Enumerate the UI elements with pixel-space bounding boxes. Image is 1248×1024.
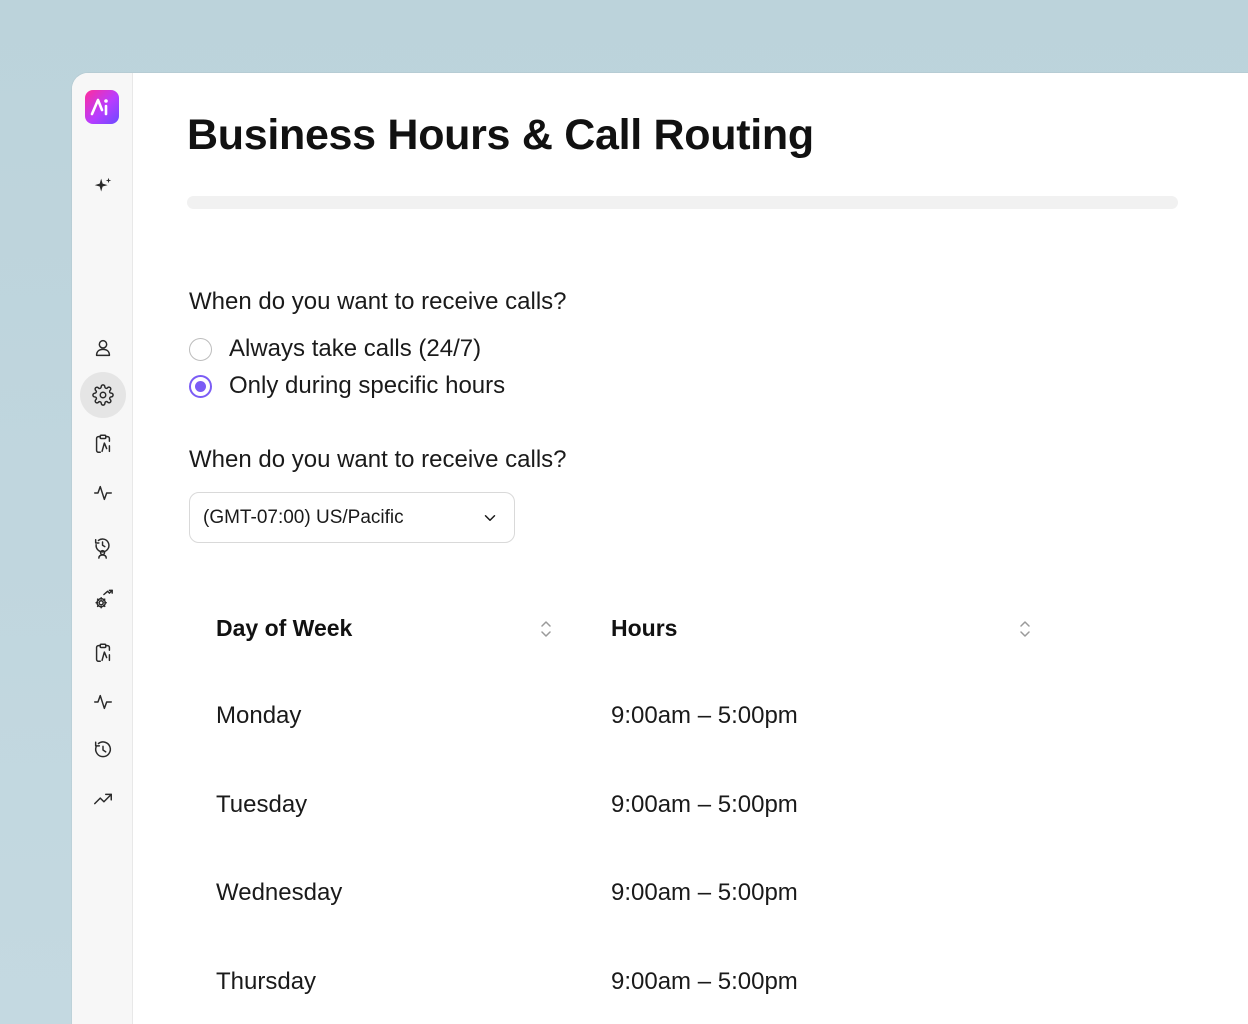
activity-icon: [94, 694, 112, 710]
sidebar-item-automation[interactable]: [80, 577, 126, 623]
radio-label: Only during specific hours: [229, 372, 506, 399]
page-title: Business Hours & Call Routing: [187, 111, 814, 159]
history-user-icon: [94, 538, 110, 559]
gear-icon: [92, 384, 114, 406]
table-row[interactable]: Tuesday 9:00am – 5:00pm: [133, 787, 1248, 823]
column-header-day[interactable]: Day of Week: [216, 610, 352, 646]
activity-icon: [94, 485, 112, 501]
sidebar: [72, 73, 133, 1024]
timezone-selected-value: (GMT-07:00) US/Pacific: [203, 506, 404, 528]
app-logo[interactable]: [85, 90, 119, 124]
day-cell: Tuesday: [216, 791, 308, 818]
table-row[interactable]: Thursday 9:00am – 5:00pm: [133, 964, 1248, 1000]
sort-hours-icon[interactable]: [1018, 618, 1032, 640]
hours-cell: 9:00am – 5:00pm: [611, 702, 798, 729]
radio-always-take-calls[interactable]: Always take calls (24/7): [189, 335, 481, 363]
gear-trend-icon: [95, 589, 113, 609]
app-window: Business Hours & Call Routing When do yo…: [72, 73, 1248, 1024]
sidebar-item-history[interactable]: [80, 727, 126, 773]
day-cell: Monday: [216, 702, 302, 729]
progress-bar: [187, 196, 1178, 209]
sparkles-icon: [94, 177, 112, 192]
clipboard-icon: [95, 643, 111, 662]
column-header-hours[interactable]: Hours: [611, 610, 677, 646]
sidebar-item-ai[interactable]: [80, 163, 126, 209]
column-header-label: Day of Week: [216, 614, 353, 641]
timezone-select[interactable]: (GMT-07:00) US/Pacific: [189, 492, 515, 543]
clipboard-icon: [95, 434, 111, 453]
sidebar-item-history-user[interactable]: [80, 525, 126, 571]
radio-specific-hours[interactable]: Only during specific hours: [189, 372, 505, 400]
table-row[interactable]: Monday 9:00am – 5:00pm: [133, 698, 1248, 734]
sidebar-item-settings[interactable]: [80, 372, 126, 418]
sidebar-item-trends[interactable]: [80, 776, 126, 822]
timezone-question: When do you want to receive calls?: [189, 446, 567, 473]
hours-cell: 9:00am – 5:00pm: [611, 879, 798, 906]
radio-button[interactable]: [189, 337, 212, 361]
sidebar-item-activity[interactable]: [80, 470, 126, 516]
hours-cell: 9:00am – 5:00pm: [611, 968, 798, 995]
sidebar-item-profile[interactable]: [80, 325, 126, 371]
logo-mark-icon: [90, 98, 108, 116]
history-icon: [94, 741, 112, 758]
sidebar-item-clipboard[interactable]: [80, 421, 126, 467]
main-content: Business Hours & Call Routing When do yo…: [133, 73, 1248, 1024]
radio-button-selected[interactable]: [189, 374, 212, 398]
radio-label: Always take calls (24/7): [229, 335, 482, 362]
day-cell: Wednesday: [216, 879, 343, 906]
column-header-label: Hours: [611, 614, 678, 641]
trend-up-icon: [94, 793, 112, 805]
chevron-down-icon: [484, 514, 496, 521]
hours-cell: 9:00am – 5:00pm: [611, 791, 798, 818]
day-cell: Thursday: [216, 968, 317, 995]
sidebar-item-activity-2[interactable]: [80, 679, 126, 725]
sort-day-icon[interactable]: [539, 618, 553, 640]
call-mode-question: When do you want to receive calls?: [189, 288, 567, 315]
table-row[interactable]: Wednesday 9:00am – 5:00pm: [133, 875, 1248, 911]
sidebar-item-clipboard-2[interactable]: [80, 630, 126, 676]
user-icon: [95, 339, 111, 357]
